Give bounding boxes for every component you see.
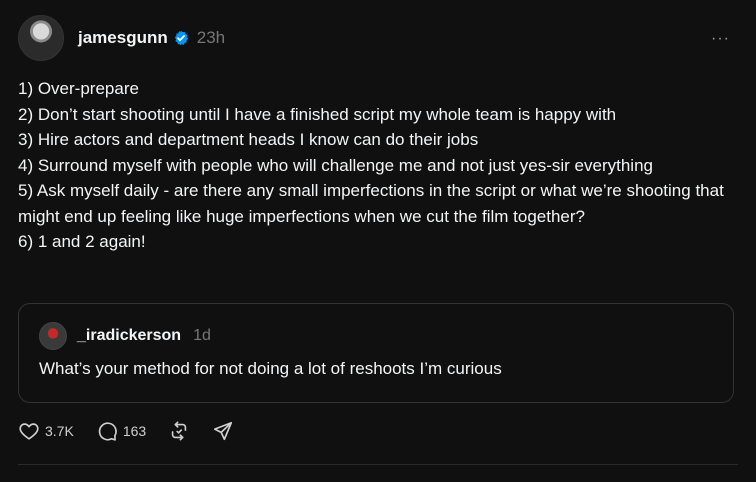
repost-button[interactable] — [168, 420, 190, 442]
post-time: 23h — [196, 28, 226, 47]
share-icon — [212, 420, 234, 442]
quoted-post-header: _iradickerson 1d — [39, 322, 211, 350]
post-body: 1) Over-prepare 2) Don’t start shooting … — [18, 76, 738, 255]
quoted-avatar[interactable] — [39, 322, 67, 350]
like-count: 3.7K — [45, 423, 74, 439]
more-icon[interactable]: ··· — [711, 30, 730, 48]
like-button[interactable]: 3.7K — [18, 420, 74, 442]
post-line: 4) Surround myself with people who will … — [18, 155, 653, 175]
quoted-post[interactable]: _iradickerson 1d What’s your method for … — [18, 303, 734, 403]
post-line: 6) 1 and 2 again! — [18, 232, 146, 251]
quoted-username[interactable]: _iradickerson — [77, 327, 181, 345]
post-line: 3) Hire actors and department heads I kn… — [18, 130, 479, 149]
heart-icon — [18, 420, 40, 442]
reply-button[interactable]: 163 — [96, 420, 146, 442]
repost-icon — [168, 420, 190, 442]
comment-icon — [96, 420, 118, 442]
thread-post: jamesgunn 23h ··· 1) Over-prepare 2) Don… — [0, 0, 756, 482]
post-line: 1) Over-prepare — [18, 79, 139, 98]
post-line: 5) Ask myself daily - are there any smal… — [18, 181, 724, 226]
quoted-text: What’s your method for not doing a lot o… — [39, 359, 502, 378]
post-line: 2) Don’t start shooting until I have a f… — [18, 104, 617, 124]
quoted-time: 1d — [193, 327, 211, 344]
share-button[interactable] — [212, 420, 234, 442]
username[interactable]: jamesgunn — [78, 28, 168, 48]
reply-count: 163 — [122, 423, 147, 439]
post-header: jamesgunn 23h — [18, 15, 225, 61]
divider — [18, 464, 738, 465]
verified-icon — [173, 30, 189, 46]
avatar[interactable] — [18, 15, 64, 61]
action-bar: 3.7K 163 — [18, 420, 256, 442]
